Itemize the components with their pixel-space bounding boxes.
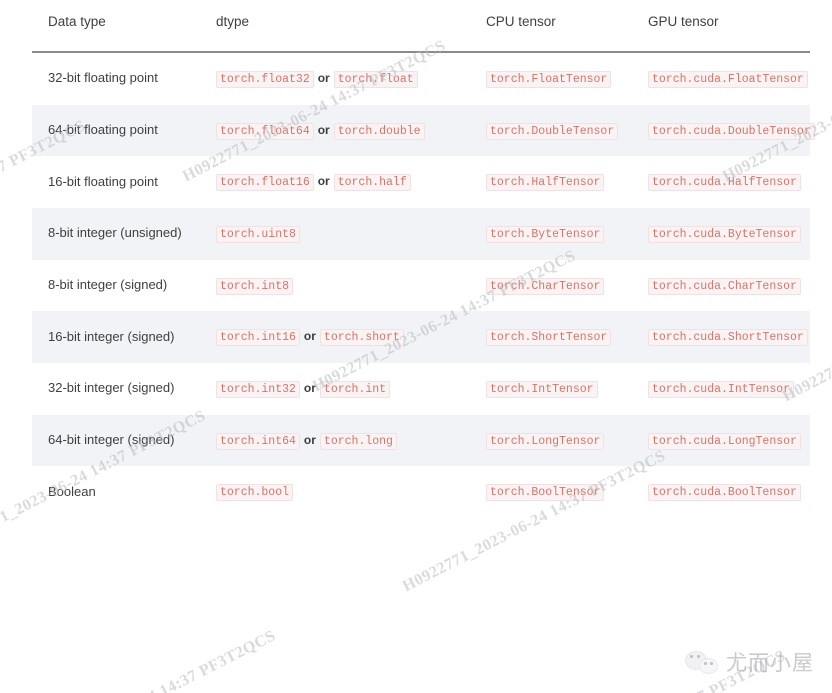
gpu-tensor-token: torch.cuda.LongTensor bbox=[648, 432, 801, 450]
wechat-icon bbox=[685, 649, 719, 675]
gpu-tensor-token: torch.cuda.CharTensor bbox=[648, 277, 801, 295]
dtype-token-primary: torch.float16 bbox=[216, 174, 314, 192]
table-row: 8-bit integer (signed) torch.int8 torch.Ch… bbox=[32, 259, 810, 312]
cell-cpu-tensor: torch.ShortTensor bbox=[470, 311, 632, 364]
gpu-tensor-token: torch.cuda.ByteTensor bbox=[648, 226, 801, 244]
table-row: 32-bit integer (signed) torch.int32 or torc… bbox=[32, 363, 810, 415]
cpu-tensor-token: torch.BoolTensor bbox=[486, 484, 605, 502]
column-header-data-type: Data type bbox=[32, 0, 200, 53]
dtype-token-alias: torch.double bbox=[333, 122, 425, 140]
cell-cpu-tensor: torch.BoolTensor bbox=[470, 466, 632, 519]
cell-data-type: 32-bit integer (signed) bbox=[32, 363, 200, 415]
cell-gpu-tensor: torch.cuda.HalfTensor bbox=[632, 156, 810, 209]
dtype-token-alias: torch.int bbox=[319, 381, 391, 399]
cell-data-type: 64-bit integer (signed) bbox=[32, 414, 200, 467]
dtype-token-alias: torch.half bbox=[333, 174, 411, 192]
dtype-token-primary: torch.int64 bbox=[216, 432, 300, 450]
dtype-token-primary: torch.bool bbox=[216, 484, 294, 502]
cell-data-type: 16-bit floating point bbox=[32, 156, 200, 209]
table-row: 64-bit floating point torch.float64 or torc… bbox=[32, 104, 815, 157]
table-row: 16-bit floating point torch.float16 or torc… bbox=[32, 156, 810, 209]
cell-cpu-tensor: torch.IntTensor bbox=[470, 363, 632, 415]
cell-dtype: torch.int64 or torch.long bbox=[200, 414, 470, 467]
cell-dtype: torch.int16 or torch.short bbox=[200, 311, 470, 364]
table-row: 64-bit integer (signed) torch.int64 or torc… bbox=[32, 414, 810, 467]
cpu-tensor-token: torch.FloatTensor bbox=[486, 71, 612, 88]
cell-dtype: torch.int32 or torch.int bbox=[200, 363, 470, 415]
table-header-row: Data type dtype CPU tensor GPU tensor bbox=[32, 0, 810, 53]
cell-cpu-tensor: torch.LongTensor bbox=[470, 414, 632, 467]
cell-dtype: torch.uint8 bbox=[200, 208, 470, 260]
wechat-badge: 尤而小屋 bbox=[685, 647, 814, 677]
gpu-tensor-token: torch.cuda.HalfTensor bbox=[648, 174, 801, 192]
table-row: 8-bit integer (unsigned) torch.uint8 torch… bbox=[32, 208, 810, 260]
dtype-or-separator: or bbox=[317, 71, 330, 85]
cell-gpu-tensor: torch.cuda.ShortTensor bbox=[632, 311, 810, 364]
gpu-tensor-token: torch.cuda.ShortTensor bbox=[648, 329, 808, 347]
dtype-or-separator: or bbox=[317, 122, 330, 137]
cell-data-type: Boolean bbox=[32, 466, 200, 519]
dtype-table: Data type dtype CPU tensor GPU tensor 32… bbox=[32, 0, 815, 519]
gpu-tensor-token: torch.cuda.IntTensor bbox=[648, 381, 795, 399]
dtype-token-alias: torch.float bbox=[333, 71, 418, 88]
dtype-token-alias: torch.short bbox=[319, 329, 404, 347]
cell-dtype: torch.bool bbox=[200, 466, 470, 519]
dtype-token-alias: torch.long bbox=[319, 432, 397, 450]
cell-gpu-tensor: torch.cuda.FloatTensor bbox=[632, 52, 810, 105]
cell-data-type: 64-bit floating point bbox=[32, 104, 200, 157]
cpu-tensor-token: torch.ShortTensor bbox=[486, 329, 612, 347]
cell-cpu-tensor: torch.FloatTensor bbox=[470, 52, 632, 105]
cell-gpu-tensor: torch.cuda.CharTensor bbox=[632, 259, 810, 312]
cpu-tensor-token: torch.CharTensor bbox=[486, 277, 605, 295]
cpu-tensor-token: torch.IntTensor bbox=[486, 381, 598, 399]
dtype-or-separator: or bbox=[303, 432, 316, 447]
dtype-or-separator: or bbox=[303, 381, 316, 396]
cell-data-type: 8-bit integer (signed) bbox=[32, 259, 200, 312]
cell-gpu-tensor: torch.cuda.ByteTensor bbox=[632, 208, 810, 260]
cell-dtype: torch.float32 or torch.float bbox=[200, 52, 470, 105]
cpu-tensor-token: torch.DoubleTensor bbox=[486, 122, 619, 140]
cell-cpu-tensor: torch.ByteTensor bbox=[470, 208, 632, 260]
cell-data-type: 32-bit floating point bbox=[32, 52, 200, 105]
cell-data-type: 16-bit integer (signed) bbox=[32, 311, 200, 364]
wechat-account-name: 尤而小屋 bbox=[726, 651, 814, 675]
cell-gpu-tensor: torch.cuda.DoubleTensor bbox=[632, 104, 815, 157]
table-row: 16-bit integer (signed) torch.int16 or torc… bbox=[32, 311, 810, 364]
cell-dtype: torch.float16 or torch.half bbox=[200, 156, 470, 209]
cell-gpu-tensor: torch.cuda.BoolTensor bbox=[632, 466, 810, 519]
dtype-token-primary: torch.int32 bbox=[216, 381, 300, 399]
cell-gpu-tensor: torch.cuda.IntTensor bbox=[632, 363, 810, 415]
table-row: 32-bit floating point torch.float32 or torc… bbox=[32, 52, 810, 105]
column-header-dtype: dtype bbox=[200, 0, 470, 53]
dtype-token-primary: torch.int8 bbox=[216, 277, 294, 295]
column-header-cpu-tensor: CPU tensor bbox=[470, 0, 632, 53]
gpu-tensor-token: torch.cuda.DoubleTensor bbox=[648, 122, 815, 140]
dtype-or-separator: or bbox=[303, 329, 316, 344]
cpu-tensor-token: torch.ByteTensor bbox=[486, 226, 605, 244]
watermark-text: H0922771_2023-06-24 14:37 PF3T2QCS bbox=[10, 627, 279, 693]
dtype-token-primary: torch.float32 bbox=[216, 71, 314, 88]
dtype-token-primary: torch.uint8 bbox=[216, 226, 300, 244]
column-header-gpu-tensor: GPU tensor bbox=[632, 0, 810, 53]
dtype-table-wrapper: Data type dtype CPU tensor GPU tensor 32… bbox=[32, 0, 815, 519]
cell-data-type: 8-bit integer (unsigned) bbox=[32, 208, 200, 260]
cell-gpu-tensor: torch.cuda.LongTensor bbox=[632, 414, 810, 467]
gpu-tensor-token: torch.cuda.FloatTensor bbox=[648, 71, 808, 88]
cpu-tensor-token: torch.HalfTensor bbox=[486, 174, 605, 192]
table-body: 32-bit floating point torch.float32 or torc… bbox=[32, 52, 815, 519]
table-row: Boolean torch.bool torch.BoolTensor torch.c… bbox=[32, 466, 810, 519]
dtype-token-primary: torch.float64 bbox=[216, 122, 314, 140]
cell-dtype: torch.int8 bbox=[200, 259, 470, 312]
gpu-tensor-token: torch.cuda.BoolTensor bbox=[648, 484, 801, 502]
cell-cpu-tensor: torch.HalfTensor bbox=[470, 156, 632, 209]
dtype-or-separator: or bbox=[317, 174, 330, 189]
dtype-token-primary: torch.int16 bbox=[216, 329, 300, 347]
cell-cpu-tensor: torch.CharTensor bbox=[470, 259, 632, 312]
cell-cpu-tensor: torch.DoubleTensor bbox=[470, 104, 632, 157]
dtype-table-page: H0922771_2023-06-24 14:37 PF3T2QCS H0922… bbox=[0, 0, 832, 693]
cpu-tensor-token: torch.LongTensor bbox=[486, 432, 605, 450]
table-header: Data type dtype CPU tensor GPU tensor bbox=[32, 0, 810, 53]
cell-dtype: torch.float64 or torch.double bbox=[200, 104, 470, 157]
